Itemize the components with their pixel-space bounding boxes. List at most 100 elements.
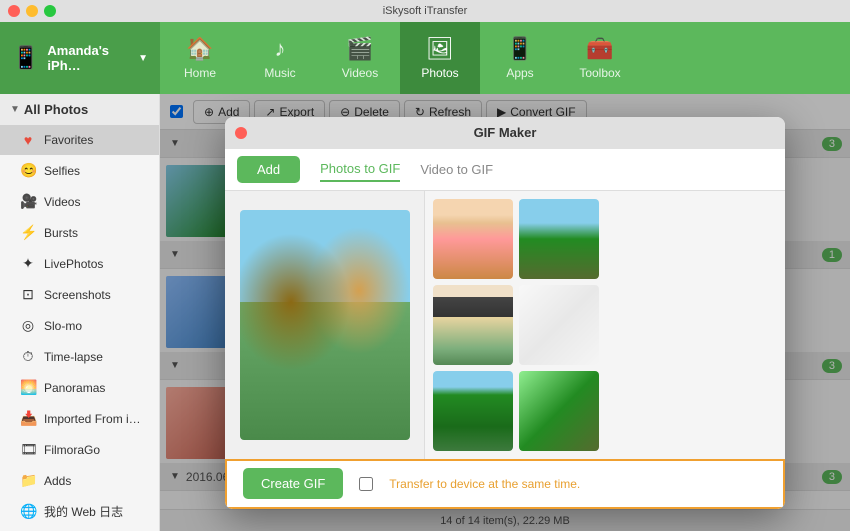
window-title: iSkysoft iTransfer <box>383 5 468 17</box>
tab-home-label: Home <box>184 66 216 80</box>
music-icon: ♪ <box>275 36 286 62</box>
title-bar: iSkysoft iTransfer <box>0 0 850 22</box>
transfer-label: Transfer to device at the same time. <box>389 477 580 491</box>
header: 📱 Amanda's iPh… ▼ 🏠 Home ♪ Music 🎬 Video… <box>0 22 850 94</box>
tab-toolbox-label: Toolbox <box>579 66 620 80</box>
sidebar-section-all-photos[interactable]: ▼ All Photos <box>0 94 159 125</box>
sidebar-section-label: All Photos <box>24 102 88 117</box>
tab-videos[interactable]: 🎬 Videos <box>320 22 400 94</box>
burst-icon: ⚡ <box>20 224 36 241</box>
minimize-button[interactable] <box>26 5 38 17</box>
zootopia-artwork <box>240 210 410 440</box>
thumb-row-2 <box>433 285 777 365</box>
web-icon: 🌐 <box>20 503 36 520</box>
sidebar-panoramas-label: Panoramas <box>44 381 105 395</box>
modal-main-image-panel <box>225 191 425 459</box>
sidebar-livephotos-label: LivePhotos <box>44 257 103 271</box>
tab-photos[interactable]: 🖼 Photos <box>400 22 480 94</box>
sidebar-imported-label: Imported From i… <box>44 412 141 426</box>
panorama-icon: 🌅 <box>20 379 36 396</box>
modal-add-button[interactable]: Add <box>237 156 300 183</box>
sidebar-item-selfies[interactable]: 😊 Selfies <box>0 155 159 186</box>
sidebar-item-panoramas[interactable]: 🌅 Panoramas <box>0 372 159 403</box>
tab-apps-label: Apps <box>506 66 533 80</box>
tab-photos-label: Photos <box>421 66 458 80</box>
toolbox-icon: 🧰 <box>586 36 613 62</box>
sidebar-item-onmyiphone[interactable]: 📲 OnMyiPhone <box>0 527 159 531</box>
sidebar-web-label: 我的 Web 日志 <box>44 503 123 520</box>
content-area: ⊕ Add ↗ Export ⊖ Delete ↻ Refresh ▶ Conv… <box>160 94 850 531</box>
modal-thumb-4[interactable] <box>519 285 599 365</box>
device-name: Amanda's iPh… <box>47 43 128 73</box>
import-icon: 📥 <box>20 410 36 427</box>
gif-maker-modal: GIF Maker Add Photos to GIF Video to GIF <box>225 117 785 509</box>
chevron-down-icon: ▼ <box>138 53 148 64</box>
timelapse-icon: ⏱ <box>20 348 36 365</box>
adds-icon: 📁 <box>20 472 36 489</box>
maximize-button[interactable] <box>44 5 56 17</box>
tab-videos-label: Videos <box>342 66 378 80</box>
sidebar-item-screenshots[interactable]: ⊡ Screenshots <box>0 279 159 310</box>
tab-toolbox[interactable]: 🧰 Toolbox <box>560 22 640 94</box>
video-icon: 🎬 <box>346 36 373 62</box>
thumb-row-3 <box>433 371 777 451</box>
modal-overlay: GIF Maker Add Photos to GIF Video to GIF <box>160 94 850 531</box>
modal-toolbar: Add Photos to GIF Video to GIF <box>225 149 785 191</box>
modal-body <box>225 191 785 459</box>
slomo-icon: ◎ <box>20 317 36 334</box>
sidebar-item-livephotos[interactable]: ✦ LivePhotos <box>0 248 159 279</box>
live-icon: ✦ <box>20 255 36 272</box>
sidebar-timelapse-label: Time-lapse <box>44 350 103 364</box>
sidebar-favorites-label: Favorites <box>44 133 93 147</box>
modal-close-button[interactable] <box>235 127 247 139</box>
sidebar-item-web[interactable]: 🌐 我的 Web 日志 <box>0 496 159 527</box>
transfer-checkbox[interactable] <box>359 477 373 491</box>
collapse-arrow-icon: ▼ <box>10 104 20 115</box>
sidebar-item-favorites[interactable]: ♥ Favorites <box>0 125 159 155</box>
tab-photos-to-gif[interactable]: Photos to GIF <box>320 157 400 182</box>
main-layout: ▼ All Photos ♥ Favorites 😊 Selfies 🎥 Vid… <box>0 94 850 531</box>
screenshot-icon: ⊡ <box>20 286 36 303</box>
sidebar-bursts-label: Bursts <box>44 226 78 240</box>
video-camera-icon: 🎥 <box>20 193 36 210</box>
modal-thumb-3[interactable] <box>433 285 513 365</box>
filmorago-icon: 🎞 <box>20 441 36 458</box>
modal-title-bar: GIF Maker <box>225 117 785 149</box>
window-controls <box>8 5 56 17</box>
modal-thumb-1[interactable] <box>433 199 513 279</box>
modal-thumb-2[interactable] <box>519 199 599 279</box>
modal-thumb-6[interactable] <box>519 371 599 451</box>
sidebar-item-bursts[interactable]: ⚡ Bursts <box>0 217 159 248</box>
thumb-row-1 <box>433 199 777 279</box>
sidebar-item-videos[interactable]: 🎥 Videos <box>0 186 159 217</box>
tab-video-to-gif[interactable]: Video to GIF <box>420 158 493 181</box>
close-button[interactable] <box>8 5 20 17</box>
tab-music[interactable]: ♪ Music <box>240 22 320 94</box>
heart-icon: ♥ <box>20 132 36 148</box>
sidebar-item-slomo[interactable]: ◎ Slo-mo <box>0 310 159 341</box>
tab-music-label: Music <box>264 66 295 80</box>
apps-icon: 📱 <box>506 36 533 62</box>
face-icon: 😊 <box>20 162 36 179</box>
sidebar-screenshots-label: Screenshots <box>44 288 111 302</box>
modal-thumbnails-panel <box>425 191 785 459</box>
modal-thumb-5[interactable] <box>433 371 513 451</box>
device-section[interactable]: 📱 Amanda's iPh… ▼ <box>0 22 160 94</box>
create-gif-button[interactable]: Create GIF <box>243 468 343 499</box>
modal-bottom-bar: Create GIF Transfer to device at the sam… <box>225 459 785 509</box>
sidebar-slomo-label: Slo-mo <box>44 319 82 333</box>
sidebar-selfies-label: Selfies <box>44 164 80 178</box>
tab-home[interactable]: 🏠 Home <box>160 22 240 94</box>
sidebar-item-filmorago[interactable]: 🎞 FilmoraGo <box>0 434 159 465</box>
sidebar-item-timelapse[interactable]: ⏱ Time-lapse <box>0 341 159 372</box>
modal-title: GIF Maker <box>474 125 537 140</box>
sidebar-adds-label: Adds <box>44 474 71 488</box>
sidebar-item-adds[interactable]: 📁 Adds <box>0 465 159 496</box>
sidebar: ▼ All Photos ♥ Favorites 😊 Selfies 🎥 Vid… <box>0 94 160 531</box>
main-selected-image[interactable] <box>240 210 410 440</box>
nav-tabs: 🏠 Home ♪ Music 🎬 Videos 🖼 Photos 📱 Apps … <box>160 22 850 94</box>
tab-apps[interactable]: 📱 Apps <box>480 22 560 94</box>
sidebar-videos-label: Videos <box>44 195 80 209</box>
sidebar-item-imported[interactable]: 📥 Imported From i… <box>0 403 159 434</box>
home-icon: 🏠 <box>186 36 213 62</box>
